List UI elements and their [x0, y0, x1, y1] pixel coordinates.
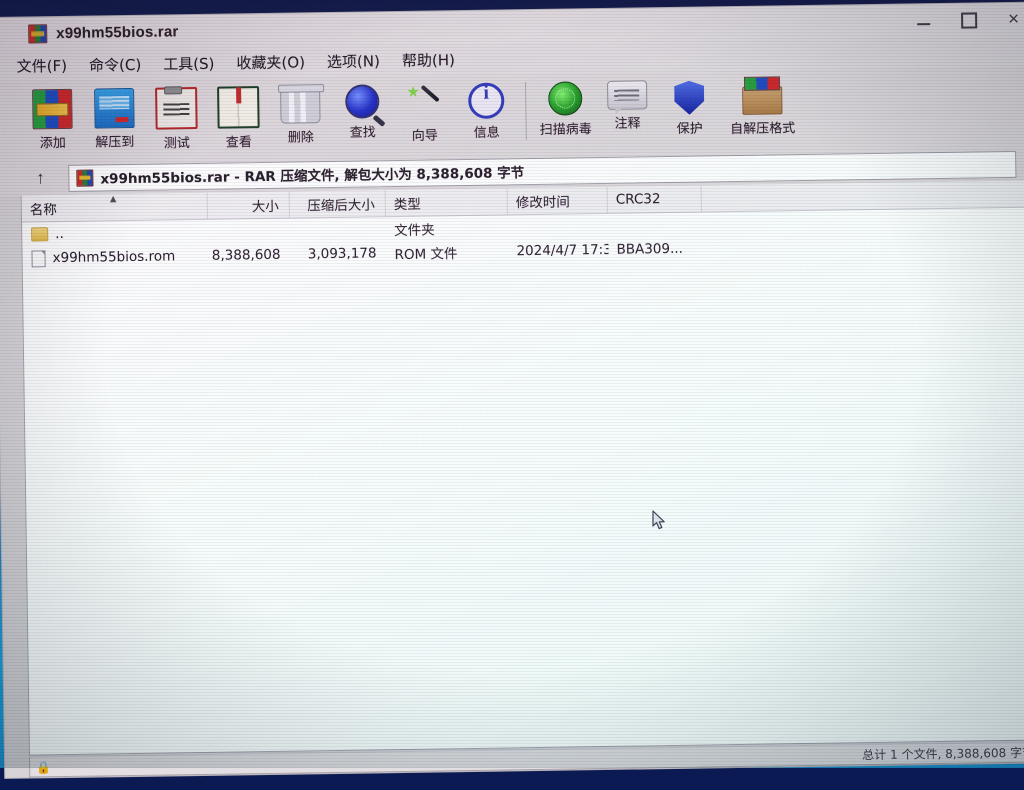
toolbar-add-label: 添加 [40, 132, 66, 151]
window-title: x99hm55bios.rar [56, 23, 178, 42]
lock-icon: 🔒 [36, 760, 51, 774]
row-crc32-cell: BBA309... [608, 241, 702, 258]
minimize-button[interactable] [901, 4, 946, 38]
column-modified[interactable]: 修改时间 [508, 187, 608, 214]
row-name-cell: .. [22, 224, 208, 243]
view-book-icon [217, 86, 260, 129]
toolbar-protect-label: 保护 [677, 117, 703, 136]
toolbar-extract-to-button[interactable]: 解压到 [83, 84, 146, 157]
comment-note-icon [607, 80, 647, 110]
sfx-box-icon [742, 86, 782, 115]
menu-file[interactable]: 文件(F) [17, 55, 68, 77]
maximize-icon [961, 12, 977, 28]
row-crc32-cell [608, 225, 702, 226]
toolbar-delete-label: 删除 [288, 126, 314, 145]
row-size-cell: 8,388,608 [208, 247, 290, 264]
menu-options[interactable]: 选项(N) [327, 50, 380, 72]
mouse-pointer-icon [652, 510, 668, 532]
up-one-level-button[interactable]: ↑ [22, 164, 58, 193]
toolbar-info-button[interactable]: 信息 [455, 78, 518, 151]
add-archive-icon [32, 89, 73, 130]
toolbar-view-button[interactable]: 查看 [207, 82, 270, 155]
delete-trash-icon [280, 89, 321, 124]
toolbar-wizard-button[interactable]: 向导 [393, 79, 456, 152]
row-name-text: .. [55, 226, 64, 242]
row-size-cell [208, 231, 290, 232]
toolbar-test-label: 测试 [164, 132, 190, 151]
toolbar-comment-label: 注释 [614, 112, 640, 131]
column-crc32[interactable]: CRC32 [608, 186, 702, 213]
menu-commands[interactable]: 命令(C) [89, 54, 141, 76]
test-clipboard-icon [155, 87, 198, 130]
column-packed-size[interactable]: 压缩后大小 [290, 190, 386, 217]
row-type-cell: ROM 文件 [386, 241, 508, 263]
toolbar: 添加 解压到 测试 查看 删除 查找 [0, 66, 1024, 161]
wizard-wand-icon [405, 83, 444, 122]
row-name-cell: x99hm55bios.rom [22, 247, 208, 267]
folder-icon [31, 227, 48, 241]
column-extra[interactable] [702, 181, 1024, 212]
menu-help[interactable]: 帮助(H) [402, 49, 455, 71]
toolbar-info-label: 信息 [474, 122, 500, 141]
toolbar-delete-button[interactable]: 删除 [269, 81, 332, 154]
file-icon [31, 250, 45, 267]
sort-ascending-icon: ▲ [108, 194, 119, 204]
row-type-cell: 文件夹 [386, 217, 508, 239]
column-type[interactable]: 类型 [386, 188, 508, 216]
protect-shield-icon [674, 80, 705, 114]
rar-archive-icon [76, 169, 93, 186]
row-modified-cell: 2024/4/7 17:31 [508, 242, 608, 259]
close-button[interactable]: × [991, 3, 1024, 37]
status-right-text: 总计 1 个文件, 8,388,608 字节 [854, 743, 1024, 763]
virus-scan-icon [548, 81, 583, 116]
row-modified-cell [508, 226, 608, 227]
toolbar-protect-button[interactable]: 保护 [658, 75, 721, 148]
toolbar-separator [525, 82, 527, 140]
menu-tools[interactable]: 工具(S) [163, 53, 215, 75]
toolbar-comment-button[interactable]: 注释 [596, 76, 659, 149]
row-packed-cell [290, 229, 386, 230]
maximize-button[interactable] [946, 3, 991, 37]
extract-to-folder-icon [94, 88, 135, 129]
find-magnifier-icon [345, 84, 380, 119]
row-name-text: x99hm55bios.rom [52, 248, 175, 266]
toolbar-wizard-label: 向导 [412, 124, 438, 143]
toolbar-test-button[interactable]: 测试 [145, 83, 208, 156]
winrar-window: x99hm55bios.rar × 文件(F) 命令(C) 工具(S) 收藏夹(… [0, 2, 1024, 777]
menu-favorites[interactable]: 收藏夹(O) [236, 51, 305, 73]
window-controls: × [901, 3, 1024, 38]
archive-path-text: x99hm55bios.rar - RAR 压缩文件, 解包大小为 8,388,… [100, 161, 524, 187]
toolbar-virus-scan-label: 扫描病毒 [540, 118, 592, 138]
toolbar-sfx-label: 自解压格式 [730, 117, 795, 137]
minimize-icon [917, 23, 930, 25]
winrar-books-icon [28, 24, 47, 43]
close-icon: × [1008, 10, 1019, 29]
toolbar-add-button[interactable]: 添加 [21, 85, 84, 158]
info-circle-icon [468, 82, 505, 119]
row-packed-cell: 3,093,178 [290, 245, 386, 262]
toolbar-extract-to-label: 解压到 [95, 131, 134, 151]
toolbar-sfx-button[interactable]: 自解压格式 [720, 74, 805, 147]
toolbar-find-label: 查找 [350, 121, 376, 140]
toolbar-find-button[interactable]: 查找 [331, 80, 394, 153]
toolbar-view-label: 查看 [226, 131, 252, 150]
column-size[interactable]: 大小 [208, 192, 290, 219]
toolbar-virus-scan-button[interactable]: 扫描病毒 [534, 77, 597, 150]
file-list[interactable]: 名称 大小 压缩后大小 类型 修改时间 CRC32 ▲ .. 文件夹 [21, 180, 1024, 755]
